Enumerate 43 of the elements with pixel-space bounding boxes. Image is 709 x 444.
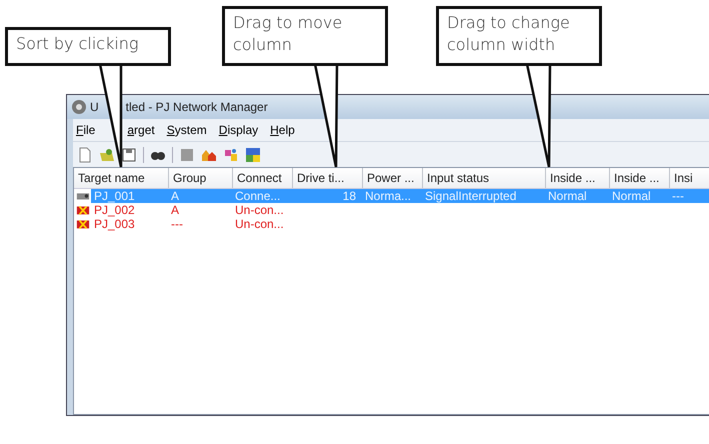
table-cell-text: A (170, 203, 180, 217)
new-file-icon[interactable] (77, 146, 93, 162)
table-cell-text: PJ_002 (93, 203, 136, 217)
table-cell-text: Un-con... (234, 217, 285, 231)
callout-label: Drag to move column (222, 6, 388, 66)
column-header[interactable]: Input status (423, 168, 546, 188)
window-title: U (90, 100, 99, 114)
column-header[interactable]: Inside ... (546, 168, 610, 188)
menu-item[interactable]: Help (270, 123, 295, 137)
open-icon[interactable] (99, 146, 115, 162)
app-icon[interactable] (71, 99, 87, 115)
table-cell-text: 18 (342, 189, 357, 203)
table-cell-text: Un-con... (234, 203, 285, 217)
projector-error-icon (76, 203, 90, 217)
menu-item[interactable]: File (76, 123, 96, 137)
column-header[interactable]: Insi (670, 168, 709, 188)
table-cell-text: Conne... (234, 189, 282, 203)
menu-item[interactable]: arget (127, 123, 155, 137)
column-header[interactable]: Power ... (363, 168, 423, 188)
table-cell-text: --- (170, 217, 184, 231)
projector-error-icon (76, 217, 90, 231)
list-row[interactable]: PJ_002 A Un-con... (91, 203, 709, 217)
table-cell-text: --- (671, 189, 685, 203)
column-header[interactable]: Inside ... (610, 168, 670, 188)
column-header[interactable]: Connect (233, 168, 293, 188)
column-header[interactable]: Drive ti... (293, 168, 363, 188)
table-cell-text: Normal (547, 189, 588, 203)
table-cell-text: PJ_003 (93, 217, 136, 231)
callout-label: Drag to change column width (436, 6, 602, 66)
window-title: tled - PJ Network Manager (126, 100, 268, 114)
square-icon[interactable] (179, 146, 195, 162)
table-cell-text: PJ_001 (93, 189, 136, 203)
column-header[interactable]: Group (169, 168, 233, 188)
column-header[interactable]: Target name (74, 168, 169, 188)
table-cell-text: Normal (611, 189, 652, 203)
menu-item[interactable]: System (166, 123, 207, 137)
save-icon[interactable] (121, 146, 137, 162)
table-cell-text: SignalInterrupted (424, 189, 518, 203)
menu-item[interactable]: Display (218, 123, 258, 137)
table-cell-text: A (170, 189, 180, 203)
list-row[interactable]: PJ_003 --- Un-con... (91, 217, 709, 231)
table-cell-text: Norma... (364, 189, 412, 203)
grid-icon[interactable] (245, 146, 261, 162)
